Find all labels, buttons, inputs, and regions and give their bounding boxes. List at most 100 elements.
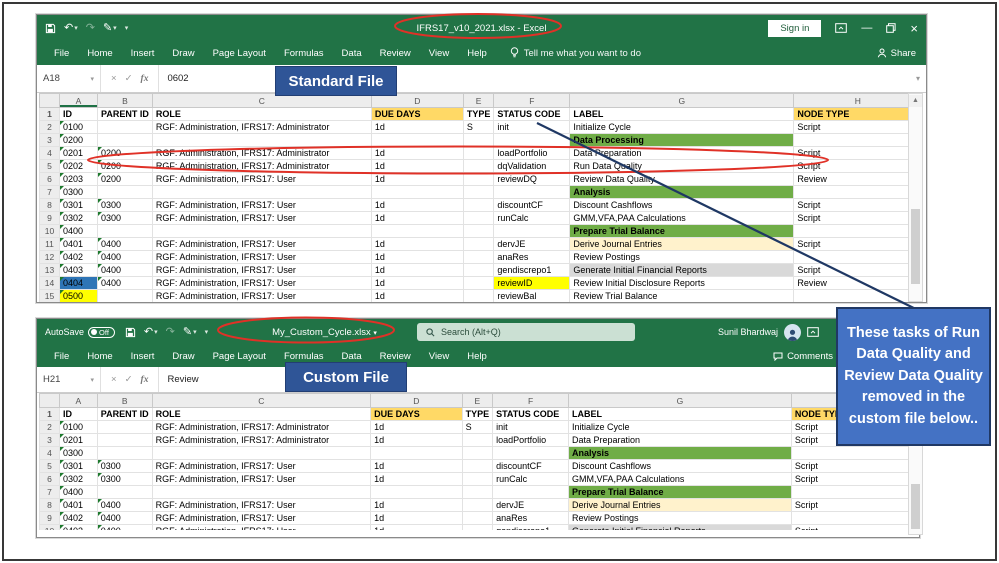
cell[interactable] xyxy=(462,473,493,486)
cell[interactable] xyxy=(463,290,494,303)
cell[interactable]: 0403 xyxy=(59,525,97,531)
row-header-14[interactable]: 14 xyxy=(40,277,60,290)
cell[interactable]: 0401 xyxy=(59,499,97,512)
column-header-G[interactable]: G xyxy=(570,94,794,108)
row-header-8[interactable]: 8 xyxy=(40,499,60,512)
cell[interactable]: 0201 xyxy=(59,434,97,447)
cell[interactable]: Discount Cashflows xyxy=(569,460,792,473)
row-header-10[interactable]: 10 xyxy=(40,525,60,531)
cell[interactable]: Analysis xyxy=(570,186,794,199)
share-button[interactable]: Share xyxy=(877,48,916,59)
cell[interactable]: 0200 xyxy=(98,147,153,160)
row-header-9[interactable]: 9 xyxy=(40,512,60,525)
cell[interactable]: dervJE xyxy=(494,238,570,251)
column-header-C[interactable]: C xyxy=(152,394,370,408)
cell[interactable] xyxy=(462,512,493,525)
select-all-corner[interactable] xyxy=(40,394,60,408)
cell[interactable] xyxy=(98,290,153,303)
comments-button[interactable]: Comments xyxy=(773,345,833,367)
cell[interactable] xyxy=(463,160,494,173)
cell[interactable]: Run Data Quality xyxy=(570,160,794,173)
cell[interactable]: RGF: Administration, IFRS17: Administrat… xyxy=(152,434,370,447)
cell[interactable] xyxy=(493,486,569,499)
cell[interactable]: RGF: Administration, IFRS17: User xyxy=(152,277,371,290)
cell[interactable]: 1d xyxy=(371,290,463,303)
cell[interactable]: Script xyxy=(794,121,922,134)
cell[interactable]: 0403 xyxy=(60,264,98,277)
ribbon-tab-data[interactable]: Data xyxy=(333,48,371,59)
header-cell-type[interactable]: TYPE xyxy=(462,408,493,421)
cell[interactable]: loadPortfolio xyxy=(494,147,570,160)
cell[interactable]: RGF: Administration, IFRS17: User xyxy=(152,264,371,277)
formula-input[interactable]: Review xyxy=(159,374,903,385)
cell[interactable]: runCalc xyxy=(494,212,570,225)
cancel-icon[interactable]: × xyxy=(111,374,117,385)
cell[interactable]: Review Data Quality xyxy=(570,173,794,186)
cell[interactable]: anaRes xyxy=(494,251,570,264)
cell[interactable] xyxy=(371,447,462,460)
vertical-scrollbar[interactable]: ▲ xyxy=(908,93,923,302)
cell[interactable]: gendiscrepo1 xyxy=(494,264,570,277)
cell[interactable]: RGF: Administration, IFRS17: User xyxy=(152,251,371,264)
cell[interactable]: Initialize Cycle xyxy=(569,421,792,434)
header-cell-label[interactable]: LABEL xyxy=(569,408,792,421)
cell[interactable] xyxy=(97,447,152,460)
cell[interactable]: RGF: Administration, IFRS17: Administrat… xyxy=(152,421,370,434)
cell[interactable] xyxy=(97,421,152,434)
row-header-7[interactable]: 7 xyxy=(40,186,60,199)
row-header-7[interactable]: 7 xyxy=(40,486,60,499)
cell[interactable]: Derive Journal Entries xyxy=(570,238,794,251)
cell[interactable] xyxy=(463,277,494,290)
cell[interactable]: 0404 xyxy=(60,277,98,290)
cell[interactable]: Script xyxy=(791,499,918,512)
cell[interactable]: 0203 xyxy=(60,173,98,186)
file-name-dropdown[interactable]: My_Custom_Cycle.xlsx ▾ xyxy=(232,327,417,338)
cell[interactable]: 0300 xyxy=(60,186,98,199)
cell[interactable]: runCalc xyxy=(493,473,569,486)
ribbon-tab-view[interactable]: View xyxy=(420,351,458,362)
search-box[interactable]: Search (Alt+Q) xyxy=(417,323,635,341)
cell[interactable]: S xyxy=(462,421,493,434)
row-header-5[interactable]: 5 xyxy=(40,160,60,173)
cell[interactable]: Script xyxy=(791,525,918,531)
cell[interactable]: anaRes xyxy=(493,512,569,525)
cell[interactable] xyxy=(494,225,570,238)
ribbon-tab-formulas[interactable]: Formulas xyxy=(275,48,333,59)
cell[interactable]: Review xyxy=(794,173,922,186)
cell[interactable] xyxy=(463,186,494,199)
redo-icon[interactable]: ↷ xyxy=(166,327,175,338)
cell[interactable]: 0301 xyxy=(60,199,98,212)
cell[interactable] xyxy=(791,486,918,499)
row-header-6[interactable]: 6 xyxy=(40,173,60,186)
cell[interactable]: 1d xyxy=(371,160,463,173)
cell[interactable]: Initialize Cycle xyxy=(570,121,794,134)
cell[interactable]: RGF: Administration, IFRS17: Administrat… xyxy=(152,160,371,173)
cell[interactable]: RGF: Administration, IFRS17: User xyxy=(152,199,371,212)
cell[interactable] xyxy=(463,264,494,277)
cell[interactable]: loadPortfolio xyxy=(493,434,569,447)
column-header-D[interactable]: D xyxy=(371,394,462,408)
cell[interactable]: reviewDQ xyxy=(494,173,570,186)
ribbon-tab-insert[interactable]: Insert xyxy=(122,351,164,362)
cell[interactable]: RGF: Administration, IFRS17: User xyxy=(152,173,371,186)
name-box[interactable]: A18 ▾ xyxy=(37,65,101,92)
cell[interactable]: 0400 xyxy=(98,277,153,290)
cell[interactable] xyxy=(371,486,462,499)
name-box-dropdown-icon[interactable]: ▾ xyxy=(90,75,94,83)
scrollbar-thumb[interactable] xyxy=(911,209,920,284)
ribbon-tab-file[interactable]: File xyxy=(45,351,78,362)
scrollbar-thumb[interactable] xyxy=(911,484,920,529)
header-cell-status-code[interactable]: STATUS CODE xyxy=(493,408,569,421)
cell[interactable]: dervJE xyxy=(493,499,569,512)
cell[interactable]: Review Initial Disclosure Reports xyxy=(570,277,794,290)
row-header-1[interactable]: 1 xyxy=(40,108,60,121)
header-cell-due-days[interactable]: DUE DAYS xyxy=(371,108,463,121)
cell[interactable] xyxy=(98,186,153,199)
cell[interactable] xyxy=(371,186,463,199)
cell[interactable] xyxy=(493,447,569,460)
row-header-2[interactable]: 2 xyxy=(40,121,60,134)
cell[interactable] xyxy=(791,447,918,460)
cell[interactable]: 0400 xyxy=(59,486,97,499)
restore-icon[interactable] xyxy=(886,23,896,33)
autosave-toggle[interactable]: AutoSave Off xyxy=(45,327,115,338)
